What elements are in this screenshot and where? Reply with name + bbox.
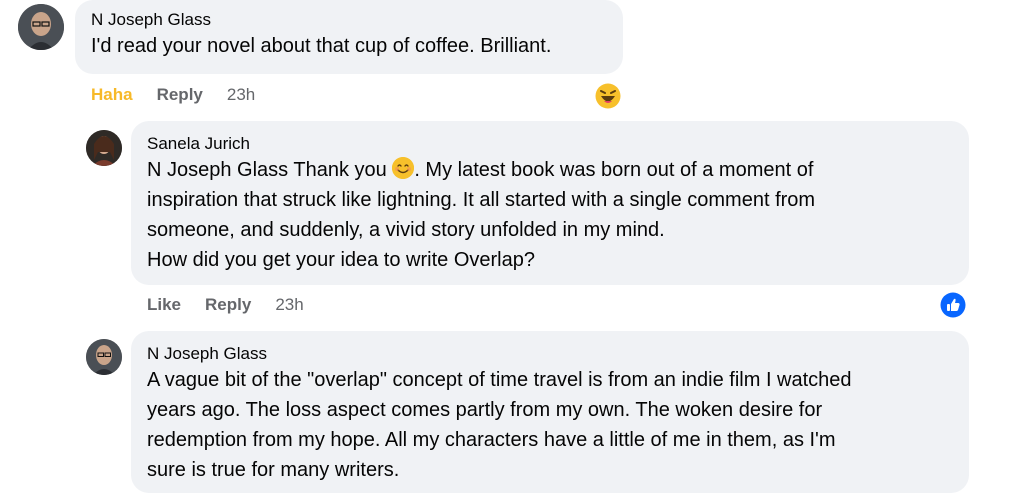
- timestamp[interactable]: 23h: [275, 295, 303, 315]
- like-button[interactable]: Like: [147, 295, 181, 315]
- comment-author[interactable]: N Joseph Glass: [91, 9, 607, 31]
- comment-text-line: redemption from my hope. All my characte…: [147, 429, 836, 451]
- comment-text-segment: . My latest book was born out of a momen…: [414, 159, 814, 181]
- reply-button[interactable]: Reply: [205, 295, 251, 315]
- avatar-photo-icon: [18, 4, 64, 50]
- comment-text: A vague bit of the "overlap" concept of …: [147, 365, 953, 485]
- avatar[interactable]: [86, 130, 122, 166]
- avatar[interactable]: [18, 4, 64, 50]
- comment-text-line: A vague bit of the "overlap" concept of …: [147, 369, 852, 391]
- comment-bubble: N Joseph Glass A vague bit of the "overl…: [131, 331, 969, 493]
- comment-text-line: How did you get your idea to write Overl…: [147, 249, 535, 271]
- comment-text: I'd read your novel about that cup of co…: [91, 35, 552, 57]
- haha-emoji-icon[interactable]: [595, 83, 621, 109]
- smiling-face-emoji-icon: [392, 157, 415, 179]
- comment-actions: Like Reply 23h: [147, 295, 328, 315]
- avatar-photo-icon: [86, 130, 122, 166]
- comment-actions: Haha Reply 23h: [91, 85, 279, 105]
- comment-bubble: Sanela Jurich N Joseph Glass Thank you .…: [131, 121, 969, 285]
- avatar[interactable]: [86, 339, 122, 375]
- comment-text-line: inspiration that struck like lightning. …: [147, 189, 816, 211]
- reply-button[interactable]: Reply: [157, 85, 203, 105]
- mention-link[interactable]: N Joseph Glass: [147, 159, 288, 181]
- comment-author[interactable]: Sanela Jurich: [147, 133, 953, 155]
- comment-text-line: sure is true for many writers.: [147, 459, 400, 481]
- comment-text-line: years ago. The loss aspect comes partly …: [147, 399, 823, 421]
- timestamp[interactable]: 23h: [227, 85, 255, 105]
- comment-text-segment: Thank you: [288, 159, 393, 181]
- like-thumb-icon[interactable]: [940, 292, 966, 318]
- comment-bubble: N Joseph Glass I'd read your novel about…: [75, 0, 623, 74]
- avatar-photo-icon: [86, 339, 122, 375]
- comment-text: N Joseph Glass Thank you . My latest boo…: [147, 155, 953, 275]
- comment-author[interactable]: N Joseph Glass: [147, 343, 953, 365]
- haha-reaction-button[interactable]: Haha: [91, 85, 133, 105]
- comment-text-line: someone, and suddenly, a vivid story unf…: [147, 219, 665, 241]
